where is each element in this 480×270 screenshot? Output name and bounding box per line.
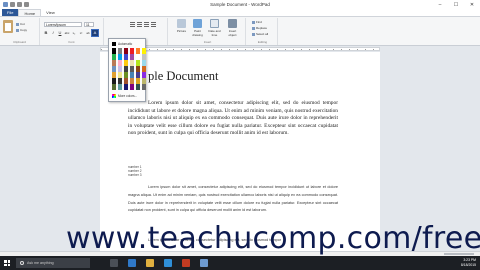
copy-button[interactable]: Copy: [16, 28, 27, 32]
edge-icon[interactable]: [128, 259, 136, 267]
highlight-button[interactable]: ab: [85, 30, 91, 36]
color-swatch[interactable]: [118, 84, 122, 90]
font-size-select[interactable]: 11: [84, 22, 94, 27]
justify-icon[interactable]: [151, 22, 156, 27]
taskbar: Ask me anything 3:23 PM 8/18/2015: [0, 256, 480, 270]
window-title: Sample Document - WordPad: [210, 2, 270, 7]
find-icon: [252, 20, 255, 24]
replace-icon: [252, 26, 255, 30]
color-swatch[interactable]: [130, 84, 134, 90]
color-swatch[interactable]: [142, 84, 146, 90]
document-paragraph-2: Lorem ipsum dolor sit amet, consectetur …: [128, 185, 338, 213]
font-group-label: Font: [68, 40, 75, 44]
calendar-icon: [210, 19, 219, 28]
subscript-button[interactable]: x₂: [71, 30, 77, 36]
paste-button[interactable]: [3, 20, 13, 33]
text-color-button[interactable]: A: [91, 29, 99, 37]
cut-icon: [16, 22, 19, 26]
minimize-button[interactable]: –: [432, 0, 448, 9]
system-tray-clock[interactable]: 3:23 PM 8/18/2015: [461, 258, 476, 268]
font-family-select[interactable]: Lorem/Ipsum: [44, 22, 82, 27]
color-swatch-grid: [112, 48, 146, 90]
italic-button[interactable]: I: [50, 30, 56, 36]
bold-button[interactable]: B: [43, 30, 49, 36]
picture-icon: [177, 19, 186, 28]
insert-group-label: Insert: [203, 40, 212, 44]
paint-drawing-icon: [193, 19, 202, 28]
picture-button[interactable]: Picture: [175, 19, 188, 33]
document-paragraph-1: Lorem ipsum dolor sit amet, consectetur …: [128, 100, 338, 137]
clipboard-group-label: Clipboard: [13, 40, 26, 44]
window-controls: – ☐ ✕: [432, 0, 480, 9]
ribbon-tabs: File Home View: [0, 9, 480, 17]
automatic-color-swatch: [112, 42, 116, 46]
title-bar: Sample Document - WordPad – ☐ ✕: [0, 0, 480, 9]
start-button[interactable]: [4, 260, 10, 266]
color-swatch[interactable]: [124, 84, 128, 90]
insert-object-button[interactable]: Insert object: [226, 19, 239, 37]
maximize-button[interactable]: ☐: [448, 0, 464, 9]
color-wheel-icon: [112, 94, 116, 98]
automatic-color-option[interactable]: Automatic: [112, 42, 132, 46]
task-view-icon[interactable]: [110, 259, 118, 267]
search-icon: [20, 261, 24, 265]
ribbon: Cut Copy Clipboard Font Lorem/Ipsum 11 B…: [0, 17, 480, 46]
editing-group-label: Editing: [257, 40, 268, 44]
align-center-icon[interactable]: [137, 22, 142, 27]
paragraph-buttons: [130, 22, 156, 27]
cut-button[interactable]: Cut: [16, 22, 25, 26]
close-button[interactable]: ✕: [464, 0, 480, 9]
select-all-icon: [252, 32, 255, 36]
more-colors-option[interactable]: More colors...: [112, 94, 137, 98]
app-icon[interactable]: [182, 259, 190, 267]
clock-date: 8/18/2015: [460, 263, 476, 267]
underline-button[interactable]: U: [57, 30, 63, 36]
copy-icon: [16, 28, 19, 32]
align-right-icon[interactable]: [144, 22, 149, 27]
color-swatch[interactable]: [136, 84, 140, 90]
superscript-button[interactable]: x²: [78, 30, 84, 36]
store-icon[interactable]: [164, 259, 172, 267]
website-watermark: www.teachucomp.com/free: [66, 221, 480, 256]
strikethrough-button[interactable]: abc: [64, 30, 70, 36]
list-item: number 3: [128, 172, 142, 177]
taskbar-search-box[interactable]: Ask me anything: [16, 258, 90, 268]
tab-view[interactable]: View: [41, 9, 60, 16]
tab-home[interactable]: Home: [18, 9, 42, 16]
editing-group: Find Replace Select all Editing: [248, 18, 278, 45]
clipboard-group: Cut Copy Clipboard: [0, 18, 40, 45]
document-title: ple Document: [148, 69, 219, 83]
paint-drawing-button[interactable]: Paint drawing: [191, 19, 204, 37]
date-time-button[interactable]: Date and time: [208, 19, 221, 37]
tab-file[interactable]: File: [2, 9, 19, 16]
find-button[interactable]: Find: [252, 20, 262, 24]
replace-button[interactable]: Replace: [252, 26, 267, 30]
numbered-list: number 1 number 2 number 3: [128, 165, 142, 177]
file-explorer-icon[interactable]: [146, 259, 154, 267]
text-color-dropdown: Automatic More colors...: [108, 38, 146, 102]
color-swatch[interactable]: [112, 84, 116, 90]
font-format-buttons: B I U abc x₂ x² ab A: [43, 29, 99, 37]
taskbar-apps: [110, 259, 208, 267]
object-icon: [228, 19, 237, 28]
select-all-button[interactable]: Select all: [252, 32, 268, 36]
wordpad-taskbar-icon[interactable]: [200, 259, 208, 267]
align-left-icon[interactable]: [130, 22, 135, 27]
